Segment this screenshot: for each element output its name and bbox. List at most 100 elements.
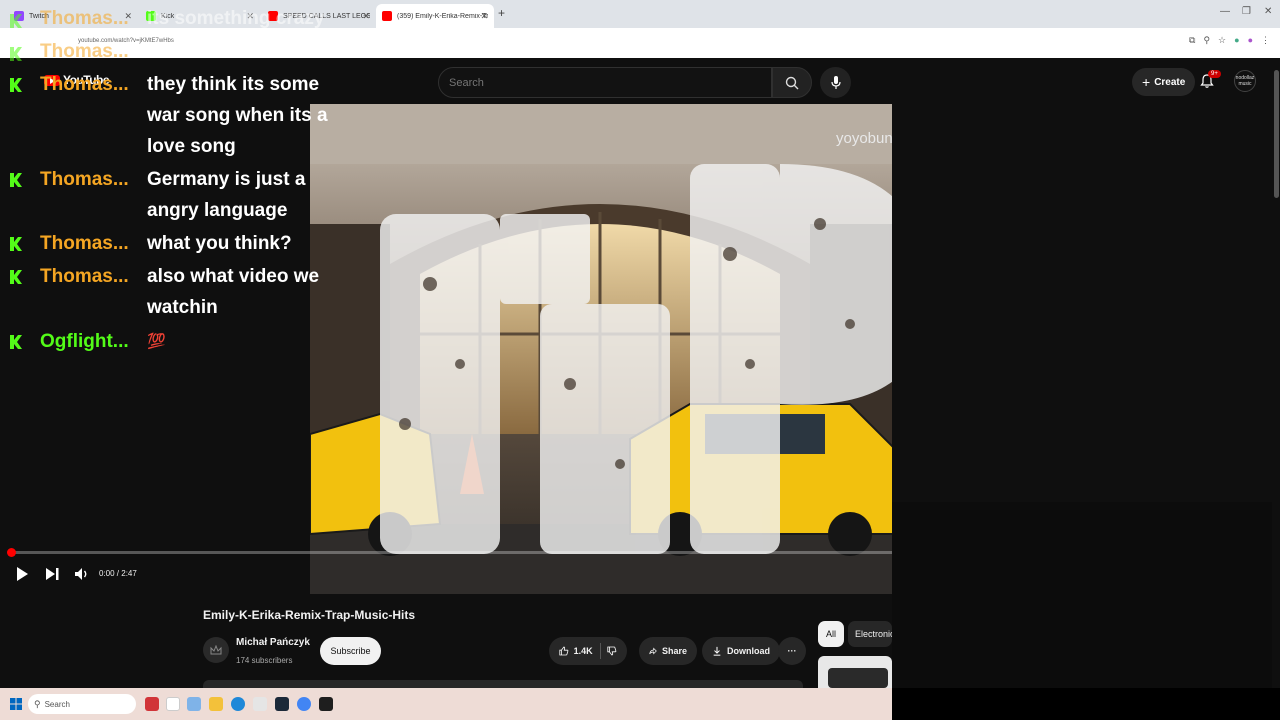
sidebar-area xyxy=(892,502,1272,702)
account-avatar[interactable]: nodollaz music xyxy=(1234,70,1256,92)
chat-text: 💯 xyxy=(147,333,166,350)
divider xyxy=(599,643,601,659)
share-button[interactable]: Share xyxy=(639,637,697,665)
profile-icon[interactable]: ● xyxy=(1248,35,1253,46)
copilot-icon[interactable] xyxy=(187,697,201,711)
thumbs-down-icon[interactable] xyxy=(607,645,617,657)
chip-all[interactable]: All xyxy=(818,621,845,647)
windows-start-icon[interactable] xyxy=(10,698,22,710)
next-icon[interactable] xyxy=(44,565,60,583)
video-player[interactable]: yoyobung bilibili xyxy=(310,104,892,594)
chat-username: Thomas... xyxy=(40,169,129,190)
kick-icon xyxy=(10,335,22,349)
kick-icon xyxy=(10,173,22,187)
tab-youtube-active[interactable]: (359) Emily-K-Erika-Remix-Trap ✕ xyxy=(376,4,494,28)
maximize-icon[interactable]: ❐ xyxy=(1242,6,1251,17)
chat-text: Germany is just a angry language xyxy=(147,169,306,221)
watermark-name: yoyobung xyxy=(836,130,892,147)
description-box[interactable] xyxy=(203,680,803,688)
scrollbar-thumb[interactable] xyxy=(1274,70,1279,198)
chrome-icon[interactable] xyxy=(297,697,311,711)
time-display: 0:00 / 2:47 xyxy=(99,569,137,578)
thumbnail-image xyxy=(828,668,888,688)
create-label: Create xyxy=(1154,76,1186,88)
video-frame-image xyxy=(310,104,892,594)
chat-text: what you think? xyxy=(147,233,292,254)
screen: Twitch ✕ Kick ✕ SPEED CALLS LAST LEGS ✕ … xyxy=(0,0,1280,720)
voice-search-button[interactable] xyxy=(820,67,851,98)
kick-icon xyxy=(10,14,22,28)
chat-text: they think its some war song when its a … xyxy=(147,74,328,157)
channel-avatar[interactable] xyxy=(203,637,229,663)
install-icon[interactable]: ⧉ xyxy=(1189,35,1195,46)
like-dislike-group: 1.4K xyxy=(549,637,627,665)
taskbar-right-area xyxy=(892,688,1280,720)
youtube-icon xyxy=(382,11,392,21)
chat-text: its something crazy xyxy=(147,8,325,29)
crown-icon xyxy=(210,645,222,655)
zoom-icon[interactable]: ⚲ xyxy=(1203,35,1210,46)
kick-icon xyxy=(10,237,22,251)
plus-icon: + xyxy=(1142,74,1151,90)
chat-username: Ogflight... xyxy=(40,331,129,352)
address-bar-icons: ⧉ ⚲ ☆ ● ● ⋮ xyxy=(1189,35,1270,46)
close-icon[interactable]: ✕ xyxy=(480,11,488,22)
download-icon xyxy=(713,646,721,656)
kick-icon xyxy=(10,47,22,61)
subscribe-button[interactable]: Subscribe xyxy=(320,637,381,665)
chat-overlay: Thomas... its something crazy Thomas... … xyxy=(0,0,340,380)
microphone-icon xyxy=(830,75,841,89)
subscriber-count: 174 subscribers xyxy=(236,656,293,665)
media-icon[interactable] xyxy=(253,697,267,711)
steam-icon[interactable] xyxy=(275,697,289,711)
video-title: Emily-K-Erika-Remix-Trap-Music-Hits xyxy=(203,608,416,622)
chat-username: Thomas... xyxy=(40,41,129,62)
close-icon[interactable]: ✕ xyxy=(362,11,370,22)
channel-name[interactable]: Michał Pańczyk xyxy=(236,637,310,648)
play-icon[interactable] xyxy=(14,565,30,583)
minimize-icon[interactable]: — xyxy=(1220,6,1230,17)
extension-icon[interactable]: ● xyxy=(1234,35,1239,46)
download-button[interactable]: Download xyxy=(702,637,780,665)
file-explorer-icon[interactable] xyxy=(209,697,223,711)
taskbar-search-label: Search xyxy=(44,699,70,709)
search-icon: ⚲ xyxy=(34,698,41,709)
search-button[interactable] xyxy=(772,67,812,98)
chat-username: Thomas... xyxy=(40,233,129,254)
taskbar-search[interactable]: ⚲ Search xyxy=(28,694,136,714)
volume-icon[interactable] xyxy=(73,565,91,583)
bookmark-icon[interactable]: ☆ xyxy=(1218,35,1226,46)
share-icon xyxy=(649,647,657,655)
search-icon xyxy=(785,76,799,89)
chat-text: born in Austria xyxy=(147,41,282,62)
chat-text: also what video we watchin xyxy=(147,266,320,318)
app-icon[interactable] xyxy=(319,697,333,711)
create-button[interactable]: + Create xyxy=(1132,68,1196,96)
related-video-thumbnail[interactable] xyxy=(818,656,892,688)
chat-username: Thomas... xyxy=(40,74,129,95)
google-icon[interactable] xyxy=(166,697,180,711)
player-side-area xyxy=(892,104,962,502)
chat-username: Thomas... xyxy=(40,8,129,29)
progress-bar[interactable] xyxy=(12,551,892,554)
progress-scrubber[interactable] xyxy=(7,548,16,557)
kick-icon xyxy=(10,270,22,284)
download-label: Download xyxy=(727,646,770,656)
thumbs-up-icon[interactable] xyxy=(559,645,569,657)
close-window-icon[interactable]: ✕ xyxy=(1264,6,1272,17)
new-tab-button[interactable]: + xyxy=(498,6,505,20)
search-input[interactable] xyxy=(439,68,771,97)
edge-icon[interactable] xyxy=(231,697,245,711)
more-actions-button[interactable]: ··· xyxy=(778,637,806,665)
chat-username: Thomas... xyxy=(40,266,129,287)
tab-label: (359) Emily-K-Erika-Remix-Trap xyxy=(397,12,488,20)
search-box[interactable] xyxy=(438,67,772,98)
kick-icon xyxy=(10,78,22,92)
office-icon[interactable] xyxy=(145,697,159,711)
bilibili-watermark: yoyobung bilibili xyxy=(836,126,892,149)
notification-count-badge: 9+ xyxy=(1208,70,1221,78)
like-count[interactable]: 1.4K xyxy=(574,646,593,656)
share-label: Share xyxy=(661,646,687,656)
menu-icon[interactable]: ⋮ xyxy=(1261,35,1270,46)
chip-electronic[interactable]: Electronic xyxy=(848,621,892,647)
